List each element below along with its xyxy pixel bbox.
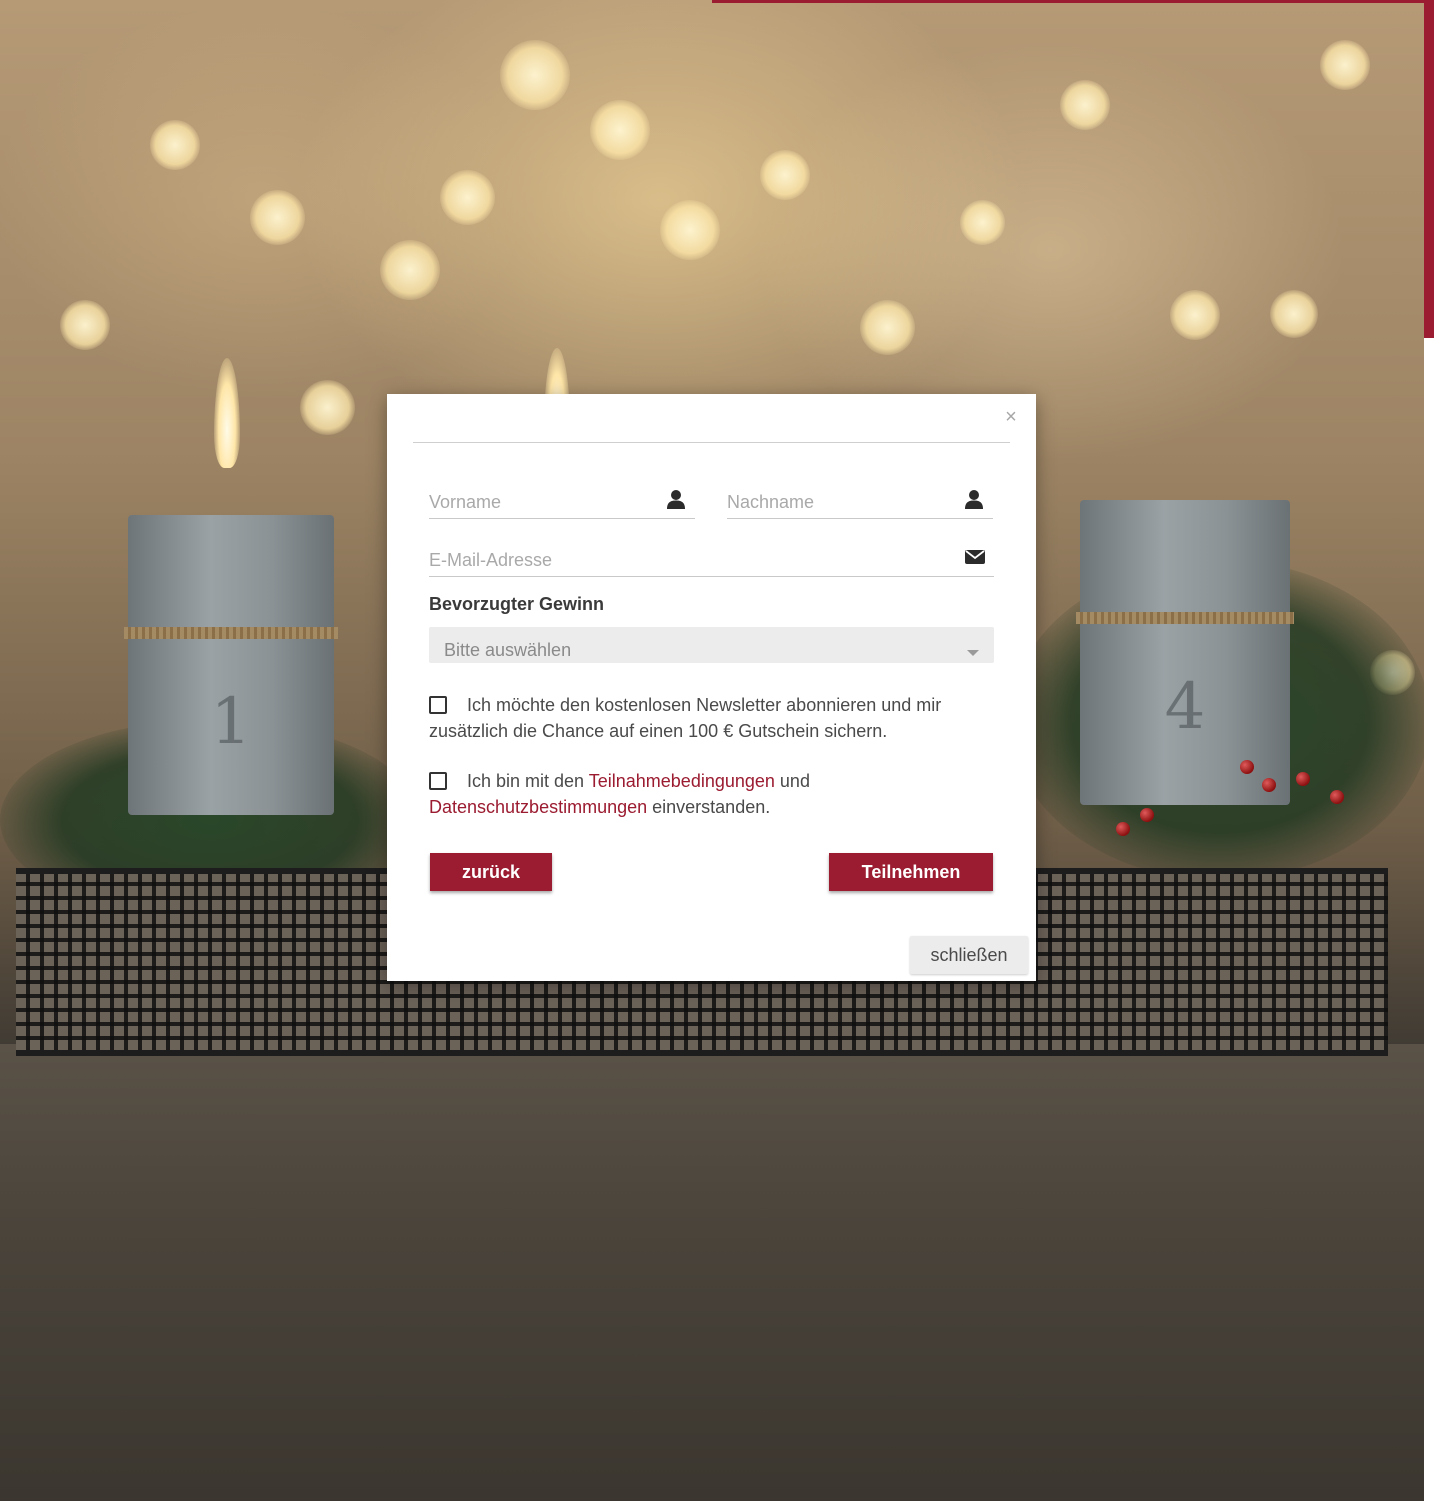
bokeh-light [250,190,305,245]
privacy-link[interactable]: Datenschutzbestimmungen [429,797,647,817]
red-berry [1262,778,1276,792]
terms-prefix-text: Ich bin mit den [467,771,585,791]
red-berry [1140,808,1154,822]
bokeh-light [1270,290,1318,338]
prize-select-value: Bitte auswählen [444,640,572,660]
last-name-field [727,488,993,519]
caret-down-icon [967,650,979,656]
terms-link[interactable]: Teilnahmebedingungen [589,771,775,791]
accent-bar-top [712,0,1424,3]
bokeh-light [440,170,495,225]
table-surface [0,1044,1424,1501]
signup-modal: × Bevorzugter Gewinn Bitte a [387,394,1036,981]
newsletter-checkbox[interactable] [429,696,447,714]
candle-number: 4 [1164,670,1206,744]
terms-suffix-text: einverstanden. [652,797,771,817]
terms-checkbox[interactable] [429,772,447,790]
last-name-input[interactable] [727,488,959,516]
close-button[interactable]: schließen [910,936,1028,974]
terms-middle-text: und [779,771,810,791]
candle-right: 4 [1076,500,1294,805]
red-berry [1330,790,1344,804]
bokeh-light [500,40,570,110]
email-input[interactable] [429,546,960,574]
first-name-field [429,488,695,519]
email-field [429,546,994,577]
red-berry [1116,822,1130,836]
candle-left: 1 [124,515,338,815]
user-icon [667,490,685,509]
bokeh-light [1320,40,1370,90]
back-button[interactable]: zurück [430,853,552,891]
prize-select[interactable]: Bitte auswählen [429,627,994,663]
accent-bar-right [1424,0,1434,338]
bokeh-light [1170,290,1220,340]
bokeh-light [150,120,200,170]
candle-number: 1 [210,685,252,759]
submit-button[interactable]: Teilnehmen [829,853,993,891]
modal-header-divider [413,442,1010,443]
candle-twine [124,627,338,639]
bokeh-light [1060,80,1110,130]
terms-consent-row: Ich bin mit den Teilnahmebedingungen und… [429,768,994,820]
page: 1 4 × Vorname Nachname E-Mail-Adresse Be… [0,0,1434,1501]
newsletter-consent-text: Ich möchte den kostenlosen Newsletter ab… [429,695,942,741]
envelope-icon [965,550,985,564]
preferred-prize-label: Bevorzugter Gewinn [429,594,605,614]
first-name-input[interactable] [429,488,661,516]
bokeh-light [590,100,650,160]
bokeh-light [760,150,810,200]
candle-twine [1076,612,1294,624]
bokeh-light [300,380,355,435]
red-berry [1240,760,1254,774]
newsletter-consent-row: Ich möchte den kostenlosen Newsletter ab… [429,692,994,744]
bokeh-light [860,300,915,355]
bokeh-light [960,200,1005,245]
right-gutter [1424,338,1434,1501]
close-icon[interactable]: × [1002,407,1020,427]
bokeh-light [60,300,110,350]
bokeh-light [660,200,720,260]
user-icon [965,490,983,509]
bokeh-light [380,240,440,300]
red-berry [1296,772,1310,786]
